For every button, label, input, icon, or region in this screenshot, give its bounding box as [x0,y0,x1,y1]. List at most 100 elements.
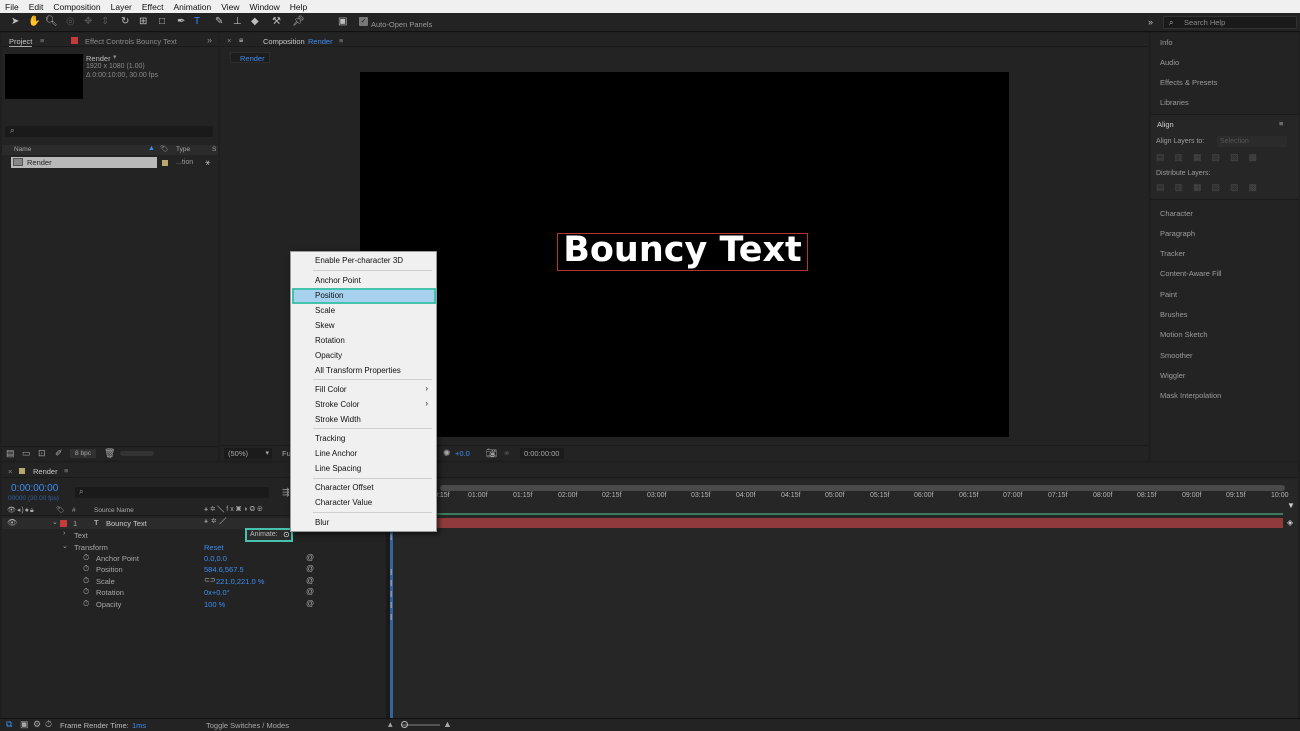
prop-value[interactable]: 584.6,567.5 [204,565,244,574]
menu-item-opacity[interactable]: Opacity [315,351,342,360]
menu-item-position[interactable]: Position [315,291,343,300]
menu-layer[interactable]: Layer [111,2,132,12]
layer-switches-toggle-icon[interactable]: ⧉ [6,719,12,730]
flowchart-icon[interactable]: ⚹ [205,157,210,168]
panel-character[interactable]: Character [1160,209,1193,218]
layer-name[interactable]: Bouncy Text [106,519,147,528]
layer-end-icon[interactable]: ◈ [1287,518,1293,527]
panel-info[interactable]: Info [1160,38,1173,47]
menu-item-tracking[interactable]: Tracking [315,434,345,443]
exposure-value[interactable]: +0.0 [455,449,470,458]
expression-pickwhip-icon[interactable]: @ [306,599,314,608]
brush-tool-icon[interactable]: ✎ [215,15,223,29]
align-menu-icon[interactable]: ≡ [1279,119,1283,128]
exposure-icon[interactable]: ✺ [443,448,451,459]
project-item-row[interactable]: Render [11,157,157,168]
distribute-buttons-row[interactable]: ▤▥▦▧▨▩ [1156,182,1267,193]
comp-info-dropdown-icon[interactable]: ▾ [113,53,117,61]
composition-tab-name[interactable]: Render [308,37,333,46]
panel-paragraph[interactable]: Paragraph [1160,229,1195,238]
panel-mask-interpolation[interactable]: Mask Interpolation [1160,391,1221,400]
type-tool-icon[interactable]: T [194,15,200,29]
orbit-tool-icon[interactable]: ◎ [66,15,75,29]
menu-item-stroke-color[interactable]: Stroke Color [315,400,359,409]
prop-value[interactable]: 100 % [204,600,225,609]
adjust-icon[interactable]: ✐ [55,448,63,459]
workspace-overflow-icon[interactable]: » [1148,15,1153,29]
menu-effect[interactable]: Effect [142,2,164,12]
prop-value[interactable]: 0x+0.0° [204,588,230,597]
comp-flowchart-icon[interactable]: ⇶ [282,487,290,498]
pan-tool-icon[interactable]: ✥ [84,15,92,29]
prop-value[interactable]: 221.0,221.0 % [216,577,264,586]
panel-motion-sketch[interactable]: Motion Sketch [1160,330,1208,339]
layer-duration-bar[interactable] [390,518,1283,528]
menu-animation[interactable]: Animation [173,2,211,12]
selection-tool-icon[interactable]: ➤ [11,15,19,29]
col-name-header[interactable]: Name [14,146,31,153]
panel-overflow-icon[interactable]: » [207,35,212,45]
panel-content-aware-fill[interactable]: Content-Aware Fill [1160,269,1222,278]
menu-item-skew[interactable]: Skew [315,321,335,330]
zoom-out-icon[interactable]: ▴ [388,719,393,730]
project-menu-icon[interactable]: ≡ [40,36,44,45]
col-source-name[interactable]: Source Name [94,507,134,514]
panel-toggle-icon[interactable]: ▣ [338,15,347,29]
col-type-header[interactable]: Type [176,146,190,153]
panel-libraries[interactable]: Libraries [1160,98,1189,107]
panel-brushes[interactable]: Brushes [1160,310,1188,319]
expression-pickwhip-icon[interactable]: @ [306,576,314,585]
stopwatch-icon[interactable]: ⏱︎ [83,587,89,597]
zoom-dropdown[interactable]: (50%) ▾ [224,448,272,459]
panel-smoother[interactable]: Smoother [1160,351,1193,360]
trash-icon[interactable]: 🗑︎ [104,448,115,459]
comp-end-marker-icon[interactable]: ▼ [1287,501,1295,510]
menu-item-enable-per-character-3d[interactable]: Enable Per-character 3D [315,256,403,265]
stopwatch-icon[interactable]: ⏱︎ [83,576,89,586]
text-twirl-icon[interactable]: › [63,530,65,537]
toggle-switches-modes[interactable]: Toggle Switches / Modes [206,721,289,730]
menu-item-character-value[interactable]: Character Value [315,498,372,507]
viewer-timecode[interactable]: 0:00:00:00 [520,448,564,459]
align-buttons-row[interactable]: ▤▥▦▧▨▩ [1156,152,1267,163]
menu-edit[interactable]: Edit [29,2,44,12]
menu-view[interactable]: View [221,2,239,12]
menu-item-anchor-point[interactable]: Anchor Point [315,276,361,285]
tab-effect-controls[interactable]: Effect Controls Bouncy Text [85,37,177,46]
menu-item-blur[interactable]: Blur [315,518,329,527]
menu-item-character-offset[interactable]: Character Offset [315,483,374,492]
dolly-tool-icon[interactable]: ⇕ [101,15,109,29]
menu-item-line-anchor[interactable]: Line Anchor [315,449,357,458]
timeline-track-area[interactable]: ▼ ◈ I I I I I I [390,479,1298,718]
flow-tab[interactable]: Render [230,52,270,63]
stopwatch-icon[interactable]: ⏱︎ [83,553,89,563]
new-comp-icon[interactable]: ⊡ [38,448,46,459]
rotation-tool-icon[interactable]: ↻ [121,15,129,29]
work-area-bar[interactable] [440,485,1285,491]
expression-pickwhip-icon[interactable]: @ [306,553,314,562]
transfer-controls-icon[interactable]: ▣ [20,719,29,730]
close-tab-icon[interactable]: × [8,467,12,476]
panel-effects-presets[interactable]: Effects & Presets [1160,78,1217,87]
zoom-tool-icon[interactable]: 🔍︎ [45,15,58,29]
panel-wiggler[interactable]: Wiggler [1160,371,1185,380]
prop-value[interactable]: 0.0,0.0 [204,554,227,563]
rectangle-tool-icon[interactable]: □ [159,15,165,29]
expression-pickwhip-icon[interactable]: @ [306,564,314,573]
layer-switches[interactable]: ⚹✲╱ [204,518,229,526]
comp-canvas[interactable]: Bouncy Text [360,72,1009,437]
animate-button[interactable]: Animate: ⊙ [245,528,293,542]
timeline-tab-label[interactable]: Render [33,467,58,476]
roto-brush-tool-icon[interactable]: ⚒ [272,15,281,29]
menu-item-rotation[interactable]: Rotation [315,336,345,345]
sort-up-icon[interactable]: ▲ [148,145,155,152]
viewer-menu-icon[interactable]: ≡ [339,36,343,45]
clone-stamp-tool-icon[interactable]: ⊥ [233,15,242,29]
menu-item-scale[interactable]: Scale [315,306,335,315]
close-tab-icon[interactable]: × [227,36,231,45]
anchor-tool-icon[interactable]: ⊞ [139,15,147,29]
timeline-menu-icon[interactable]: ≡ [64,466,68,475]
zoom-slider-handle[interactable] [401,721,408,728]
auto-open-checkbox[interactable]: ✓ [359,17,368,26]
visibility-eye-icon[interactable]: 👁︎ [7,518,17,527]
